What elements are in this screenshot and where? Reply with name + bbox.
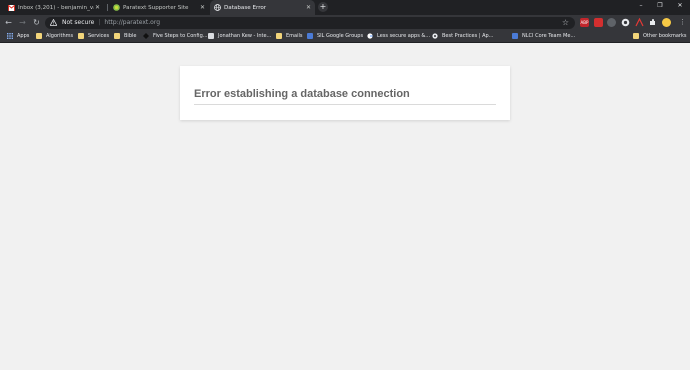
puzzle-icon[interactable]	[648, 18, 657, 27]
bookmark-emails[interactable]: Emails	[276, 30, 302, 42]
bookmark-less-secure-apps[interactable]: Less secure apps &...	[367, 30, 430, 42]
maximize-button[interactable]: ❐	[652, 0, 668, 12]
chrome-extension-icon[interactable]	[621, 18, 630, 27]
tab-title: Paratext Supporter Site	[123, 4, 189, 11]
bookmark-best-practices[interactable]: Best Practices | Ap...	[432, 30, 493, 42]
close-tab-icon[interactable]: ✕	[199, 4, 206, 11]
profile-icon[interactable]	[662, 18, 671, 27]
folder-icon	[633, 33, 639, 39]
address-bar[interactable]: Not secure | http://paratext.org ☆	[45, 16, 575, 29]
bookmark-services[interactable]: Services	[78, 30, 109, 42]
bookmark-label: NLCI Core Team Me...	[522, 33, 576, 39]
error-card: Error establishing a database connection	[180, 66, 510, 120]
bookmark-label: Algorithms	[46, 33, 74, 39]
tab-database-error[interactable]: Database Error ✕	[210, 0, 315, 15]
bookmark-sil-google-groups[interactable]: SIL Google Groups	[307, 30, 363, 42]
bookmark-bible[interactable]: Bible	[114, 30, 136, 42]
folder-icon	[78, 33, 84, 39]
warning-icon[interactable]	[50, 19, 57, 26]
close-tab-icon[interactable]: ✕	[305, 4, 312, 11]
pdf-icon[interactable]	[635, 17, 644, 27]
tab-separator	[107, 4, 108, 11]
page-content: Error establishing a database connection	[0, 43, 690, 370]
forward-button[interactable]: →	[17, 17, 28, 28]
bookmark-label: Services	[88, 33, 110, 39]
page-icon	[208, 33, 214, 39]
bookmark-label: Bible	[124, 33, 137, 39]
bookmark-jonathan-kew[interactable]: Jonathan Kew - Inte...	[208, 30, 271, 42]
url-text[interactable]: http://paratext.org	[104, 19, 160, 26]
extension-red-icon[interactable]	[594, 18, 603, 27]
browser-chrome: Inbox (3,201) - benjamin_vargh ✕ Paratex…	[0, 0, 690, 43]
menu-icon[interactable]: ⋮	[677, 17, 688, 28]
toolbar: ← → ↻ Not secure | http://paratext.org ☆…	[0, 15, 690, 30]
bookmark-label: SIL Google Groups	[317, 33, 364, 39]
bookmark-label: Other bookmarks	[643, 33, 687, 39]
security-status[interactable]: Not secure	[62, 19, 94, 26]
bookmark-label: Best Practices | Ap...	[442, 33, 494, 39]
bookmark-label: Less secure apps &...	[377, 33, 431, 39]
bookmark-label: Emails	[286, 33, 303, 39]
reload-button[interactable]: ↻	[31, 17, 42, 28]
omnibox-separator: |	[98, 19, 101, 26]
bookmark-algorithms[interactable]: Algorithms	[36, 30, 73, 42]
globe-icon	[432, 33, 438, 39]
close-window-button[interactable]: ✕	[672, 0, 688, 12]
bookmark-five-steps[interactable]: Five Steps to Config...	[143, 30, 208, 42]
extension-gray-icon[interactable]	[607, 18, 616, 27]
tab-inbox[interactable]: Inbox (3,201) - benjamin_vargh ✕	[4, 0, 104, 15]
folder-icon	[114, 33, 120, 39]
gmail-icon	[8, 4, 15, 11]
bookmark-label: Apps	[17, 33, 30, 39]
new-tab-button[interactable]: +	[318, 2, 328, 12]
paratext-icon	[113, 4, 120, 11]
bookmark-apps[interactable]: Apps	[7, 30, 29, 42]
divider	[194, 104, 496, 105]
doc-icon	[512, 33, 518, 39]
bookmark-nlci-core-team[interactable]: NLCI Core Team Me...	[512, 30, 575, 42]
close-tab-icon[interactable]: ✕	[94, 4, 101, 11]
bookmark-label: Five Steps to Config...	[153, 33, 208, 39]
error-heading: Error establishing a database connection	[194, 88, 410, 100]
folder-icon	[36, 33, 42, 39]
bookmarks-bar: Apps Algorithms Services Bible Five Step…	[0, 30, 690, 43]
groups-icon	[307, 33, 313, 39]
bookmark-label: Jonathan Kew - Inte...	[218, 33, 272, 39]
apps-icon	[7, 33, 13, 39]
minimize-button[interactable]: –	[633, 0, 649, 12]
diamond-icon	[143, 33, 149, 39]
other-bookmarks[interactable]: Other bookmarks	[633, 30, 686, 42]
tab-paratext[interactable]: Paratext Supporter Site ✕	[109, 0, 209, 15]
google-icon	[367, 33, 373, 39]
back-button[interactable]: ←	[3, 17, 14, 28]
abp-icon[interactable]: ABP	[580, 18, 589, 27]
tab-strip: Inbox (3,201) - benjamin_vargh ✕ Paratex…	[0, 0, 690, 15]
tab-title: Inbox (3,201) - benjamin_vargh	[18, 4, 94, 11]
bookmark-star-icon[interactable]: ☆	[562, 18, 569, 27]
globe-icon	[214, 4, 221, 11]
tab-title: Database Error	[224, 4, 267, 11]
folder-icon	[276, 33, 282, 39]
